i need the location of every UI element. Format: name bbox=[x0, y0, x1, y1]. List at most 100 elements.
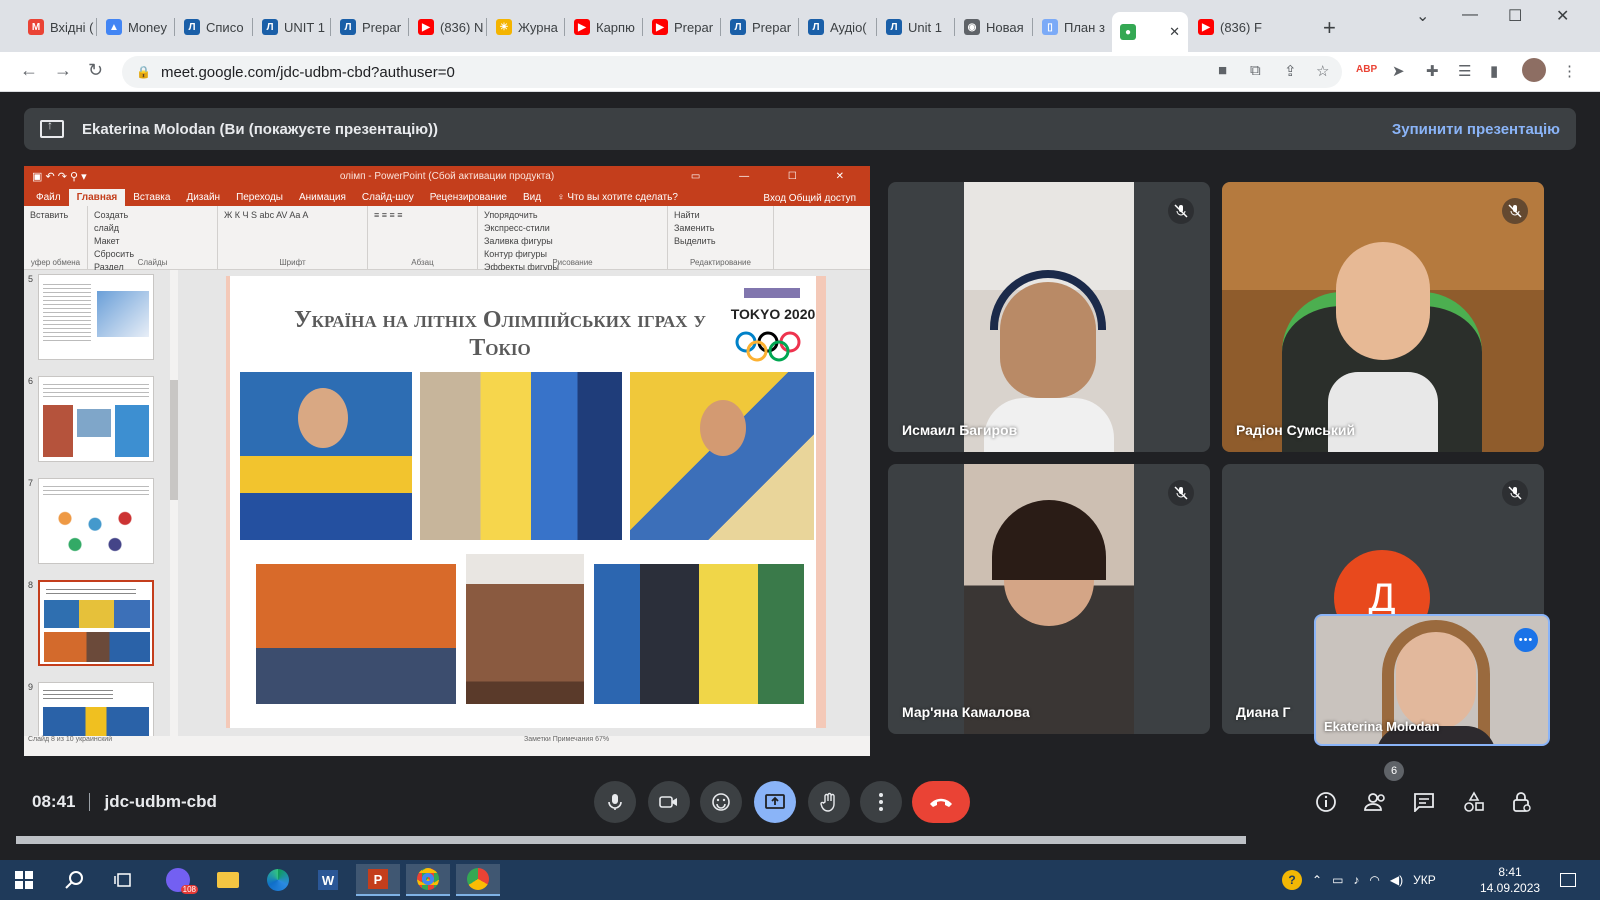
meeting-details-button[interactable] bbox=[1308, 784, 1344, 820]
task-view-icon[interactable] bbox=[102, 864, 146, 896]
slide-thumbnail[interactable] bbox=[38, 376, 154, 462]
ppt-ribbon-tab[interactable]: Файл bbox=[28, 189, 69, 206]
viber-icon[interactable]: 108 bbox=[156, 864, 200, 896]
participant-tile[interactable]: Мар'яна Камалова bbox=[888, 464, 1210, 734]
microphone-tray-icon[interactable]: ♪ bbox=[1353, 873, 1359, 887]
reload-icon[interactable]: ↻ bbox=[88, 60, 103, 81]
ppt-ribbon-command[interactable]: Упорядочить bbox=[484, 210, 661, 220]
translate-icon[interactable]: ⧉ bbox=[1250, 62, 1261, 79]
browser-tab[interactable]: M Вхідні ( bbox=[20, 12, 96, 42]
adblock-icon[interactable]: ABP bbox=[1356, 64, 1377, 75]
more-options-button[interactable] bbox=[860, 781, 902, 823]
new-tab-button[interactable]: + bbox=[1323, 15, 1336, 41]
ppt-ribbon-command[interactable]: Экспресс-стили bbox=[484, 223, 661, 233]
camera-icon[interactable]: ■ bbox=[1218, 62, 1227, 79]
ppt-ribbon-command[interactable]: Выделить bbox=[674, 236, 767, 246]
browser-tab[interactable]: Л UNIT 1 bbox=[254, 12, 330, 42]
raise-hand-button[interactable] bbox=[808, 781, 850, 823]
ppt-ribbon-command[interactable]: Вставить bbox=[30, 210, 81, 220]
ppt-ribbon-tab[interactable]: Главная bbox=[68, 189, 126, 206]
people-button[interactable] bbox=[1358, 784, 1394, 820]
extension-arrow-icon[interactable]: ➤ bbox=[1392, 62, 1405, 80]
chrome-menu-icon[interactable]: ⋮ bbox=[1562, 62, 1577, 80]
ppt-signin-share[interactable]: Вход Общий доступ bbox=[755, 190, 864, 207]
browser-tab[interactable]: ▶ (836) F bbox=[1190, 12, 1266, 42]
maximize-icon[interactable]: ☐ bbox=[1508, 6, 1522, 26]
extensions-puzzle-icon[interactable]: ✚ bbox=[1426, 62, 1439, 80]
browser-tab[interactable]: ▲ Money bbox=[98, 12, 174, 42]
ppt-ribbon-command[interactable]: слайд bbox=[94, 223, 211, 233]
browser-tab[interactable]: Л Prepar bbox=[332, 12, 408, 42]
ppt-ribbon-command[interactable]: Найти bbox=[674, 210, 767, 220]
chrome-icon[interactable] bbox=[406, 864, 450, 896]
camera-button[interactable] bbox=[648, 781, 690, 823]
slide-thumbnail[interactable] bbox=[38, 478, 154, 564]
leave-call-button[interactable] bbox=[912, 781, 970, 823]
ppt-ribbon-tab[interactable]: Вид bbox=[515, 189, 549, 206]
browser-tab[interactable]: Л Unit 1 bbox=[878, 12, 954, 42]
host-controls-button[interactable] bbox=[1504, 784, 1540, 820]
page-horizontal-scrollbar[interactable] bbox=[16, 836, 1246, 844]
help-icon[interactable]: ? bbox=[1282, 870, 1302, 890]
tab-close-icon[interactable]: ✕ bbox=[1169, 24, 1180, 40]
browser-tab[interactable]: Л Списо bbox=[176, 12, 252, 42]
ppt-ribbon-tab[interactable]: Переходы bbox=[228, 189, 291, 206]
media-icon[interactable]: ☰ bbox=[1458, 62, 1471, 80]
ppt-quick-access[interactable]: ▣ ↶ ↷ ⚲ ▾ bbox=[32, 170, 87, 183]
back-icon[interactable]: ← bbox=[20, 60, 38, 81]
tray-expand-icon[interactable]: ⌃ bbox=[1312, 873, 1322, 887]
search-icon[interactable] bbox=[52, 864, 96, 896]
powerpoint-icon[interactable]: P bbox=[356, 864, 400, 896]
file-explorer-icon[interactable] bbox=[206, 864, 250, 896]
stop-presenting-button[interactable]: Зупинити презентацію bbox=[1392, 121, 1560, 138]
ppt-ribbon-tab[interactable]: Анимация bbox=[291, 189, 354, 206]
battery-icon[interactable]: ▭ bbox=[1332, 873, 1343, 887]
ppt-ribbon-command[interactable]: Заливка фигуры bbox=[484, 236, 661, 246]
ppt-window-controls[interactable]: ▭ — ☐ ✕ bbox=[691, 171, 862, 182]
ppt-ribbon-tab[interactable]: ♀ Что вы хотите сделать? bbox=[549, 189, 686, 206]
browser-tab[interactable]: ● ✕ bbox=[1112, 12, 1188, 52]
chat-button[interactable] bbox=[1406, 784, 1442, 820]
ppt-ribbon-tab[interactable]: Рецензирование bbox=[422, 189, 515, 206]
bookmark-star-icon[interactable]: ☆ bbox=[1316, 62, 1329, 80]
browser-tab[interactable]: Л Аудіо( bbox=[800, 12, 876, 42]
browser-tab[interactable]: ▶ (836) N bbox=[410, 12, 486, 42]
browser-tab[interactable]: ☀ Журна bbox=[488, 12, 564, 42]
input-language[interactable]: УКР bbox=[1413, 873, 1436, 887]
participant-tile[interactable]: Исмаил Багиров bbox=[888, 182, 1210, 452]
taskbar-clock[interactable]: 8:41 14.09.2023 bbox=[1480, 864, 1540, 896]
self-view-tile[interactable]: ••• Ekaterina Molodan bbox=[1314, 614, 1550, 746]
minimize-icon[interactable]: — bbox=[1462, 6, 1478, 24]
self-view-more-icon[interactable]: ••• bbox=[1514, 628, 1538, 652]
side-panel-icon[interactable]: ▮ bbox=[1490, 62, 1498, 80]
ppt-ribbon-command[interactable]: Макет bbox=[94, 236, 211, 246]
tab-search-icon[interactable]: ⌄ bbox=[1416, 6, 1429, 26]
ppt-ribbon-command[interactable]: Создать bbox=[94, 210, 211, 220]
word-icon[interactable]: W bbox=[306, 864, 350, 896]
edge-icon[interactable] bbox=[256, 864, 300, 896]
notifications-icon[interactable] bbox=[1546, 864, 1590, 896]
share-icon[interactable]: ⇪ bbox=[1284, 62, 1297, 80]
browser-tab[interactable]: ◉ Новая bbox=[956, 12, 1032, 42]
ppt-ribbon-command[interactable]: Ж К Ч S abc AV Aa A bbox=[224, 210, 361, 220]
ppt-ribbon-command[interactable]: ≡ ≡ ≡ ≡ bbox=[374, 210, 471, 220]
browser-tab[interactable]: ▶ Карпю bbox=[566, 12, 642, 42]
activities-button[interactable] bbox=[1456, 784, 1492, 820]
slide-thumbnail[interactable] bbox=[38, 274, 154, 360]
ppt-ribbon-tab[interactable]: Дизайн bbox=[178, 189, 228, 206]
chrome-icon-2[interactable] bbox=[456, 864, 500, 896]
profile-avatar[interactable] bbox=[1522, 58, 1546, 82]
close-window-icon[interactable]: ✕ bbox=[1556, 6, 1569, 26]
participant-tile[interactable]: Радіон Сумський bbox=[1222, 182, 1544, 452]
ppt-ribbon-tab[interactable]: Слайд-шоу bbox=[354, 189, 422, 206]
volume-icon[interactable]: ◀) bbox=[1390, 873, 1403, 887]
ppt-ribbon-command[interactable]: Заменить bbox=[674, 223, 767, 233]
forward-icon[interactable]: → bbox=[54, 60, 72, 81]
thumbnail-scrollbar[interactable] bbox=[170, 270, 178, 746]
network-icon[interactable]: ◠ bbox=[1369, 873, 1379, 887]
windows-start-icon[interactable] bbox=[2, 864, 46, 896]
address-bar[interactable]: 🔒 meet.google.com/jdc-udbm-cbd?authuser=… bbox=[122, 56, 1342, 88]
browser-tab[interactable]: ▶ Prepar bbox=[644, 12, 720, 42]
browser-tab[interactable]: Л Prepar bbox=[722, 12, 798, 42]
reactions-button[interactable] bbox=[700, 781, 742, 823]
